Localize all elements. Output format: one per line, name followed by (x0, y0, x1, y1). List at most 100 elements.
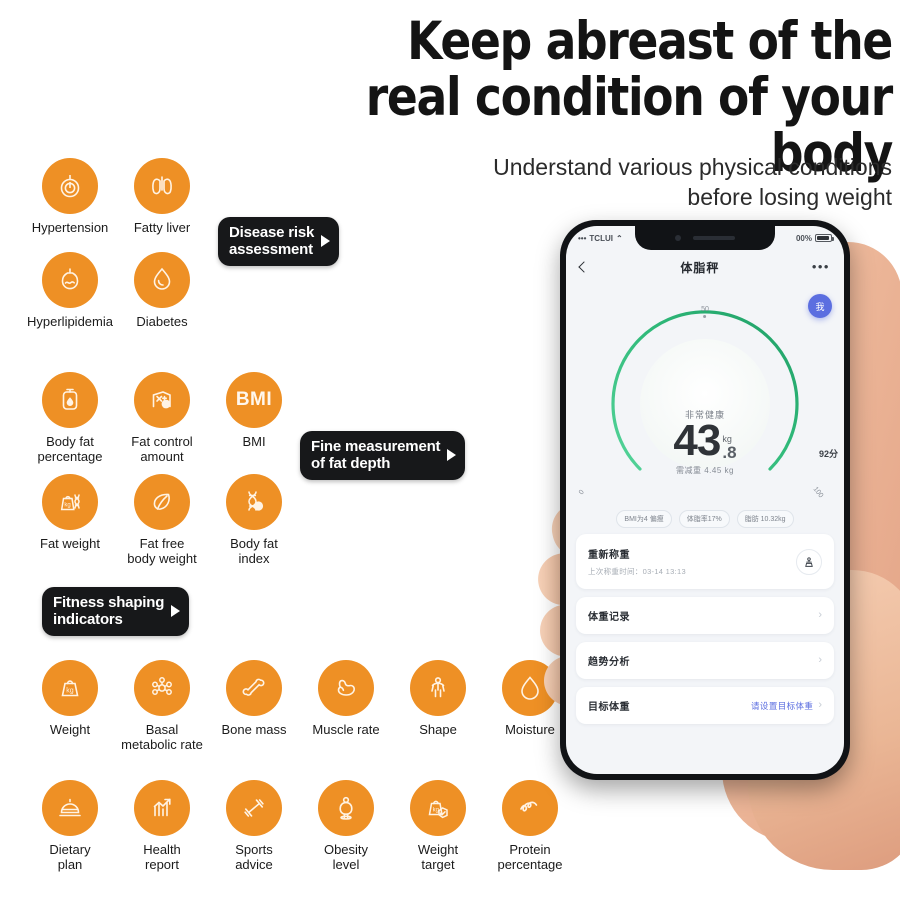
svg-text:kg: kg (64, 502, 70, 508)
card-trend-analysis[interactable]: 趋势分析 › (576, 642, 834, 679)
arrow-right-icon (447, 449, 457, 461)
feature-bone-mass[interactable]: Bone mass (204, 660, 304, 737)
action-card-list: 重新称重 上次称重时间：03-14 13:13 体重记录 › 趋势分析 › 目标… (576, 534, 834, 724)
battery-icon (815, 234, 834, 242)
feature-hypertension[interactable]: Hypertension (20, 158, 120, 235)
status-bar-left: ••• TCLUI ⌃ (578, 234, 623, 243)
phone-notch (635, 226, 775, 250)
molecule-icon (134, 660, 190, 716)
fat-control-icon (134, 372, 190, 428)
app-title: 体脂秤 (680, 260, 720, 275)
chevron-right-icon: › (818, 609, 822, 621)
feature-label: Fat weight (40, 536, 100, 551)
weight-decimal: .8 (722, 443, 737, 462)
bone-icon (226, 660, 282, 716)
kg-bag-check-icon: kg (410, 780, 466, 836)
card-title: 目标体重 (588, 702, 630, 713)
kg-weight-icon: kg (42, 660, 98, 716)
feature-weight-target[interactable]: kg Weight target (388, 780, 488, 872)
svg-text:kg: kg (66, 688, 74, 695)
card-weight-records[interactable]: 体重记录 › (576, 597, 834, 634)
lungs-icon (134, 158, 190, 214)
arrow-right-icon (321, 235, 331, 247)
blood-drop-icon (134, 252, 190, 308)
kg-bag-dna-icon: kg (42, 474, 98, 530)
card-title: 趋势分析 (588, 657, 630, 668)
scale-icon[interactable] (796, 548, 822, 575)
card-text: 重新称重 上次称重时间：03-14 13:13 (588, 546, 686, 577)
feature-fat-control-amount[interactable]: Fat control amount (112, 372, 212, 464)
tag-label: Fitness shaping indicators (53, 594, 165, 628)
feature-label: Obesity level (323, 842, 369, 872)
avatar[interactable]: 我 (808, 294, 832, 318)
feature-label: Diabetes (136, 314, 188, 329)
leaf-icon (134, 474, 190, 530)
feature-fatty-liver[interactable]: Fatty liver (112, 158, 212, 235)
feature-label: Bone mass (221, 722, 287, 737)
tag-disease-risk-assessment[interactable]: Disease risk assessment (218, 217, 340, 266)
more-dots-icon[interactable]: ••• (812, 260, 830, 273)
feature-label: Health report (143, 842, 181, 872)
feature-label: Muscle rate (312, 722, 380, 737)
bmi-text-icon: BMI (226, 372, 282, 428)
gauge-tick-top: 50 (701, 306, 709, 318)
gauge-tick-left: 0 (577, 488, 586, 497)
tag-fine-measurement-of-fat-depth[interactable]: Fine measurement of fat depth (300, 431, 466, 480)
feature-hyperlipidemia[interactable]: Hyperlipidemia (20, 252, 120, 329)
chip-bmi[interactable]: BMI为4 偏瘦 (616, 510, 672, 528)
feature-basal-metabolic-rate[interactable]: Basal metabolic rate (112, 660, 212, 752)
feature-label: Basal metabolic rate (121, 722, 203, 752)
feature-bmi[interactable]: BMI BMI (204, 372, 304, 449)
earpiece-speaker-icon (693, 236, 735, 240)
flask-icon (42, 252, 98, 308)
app-nav-bar: 体脂秤 ••• (566, 252, 844, 282)
smartphone: ••• TCLUI ⌃ 00% 体脂秤 ••• 我 50 0 100 92分 非… (560, 220, 850, 780)
chip-body-fat-rate[interactable]: 体脂率17% (678, 510, 730, 528)
back-chevron-icon[interactable] (578, 261, 590, 273)
weight-unit-stack: kg .8 (722, 435, 736, 463)
feature-weight[interactable]: kg Weight (20, 660, 120, 737)
feature-body-fat-percentage[interactable]: Body fat percentage (20, 372, 120, 464)
blood-pressure-icon (42, 158, 98, 214)
bar-chart-arrow-icon (134, 780, 190, 836)
set-target-weight-link[interactable]: 请设置目标体重 (751, 700, 813, 712)
card-title: 体重记录 (588, 612, 630, 623)
chevron-right-icon: › (818, 699, 822, 711)
tag-label: Fine measurement of fat depth (311, 438, 441, 472)
feature-label: Shape (419, 722, 457, 737)
feature-muscle-rate[interactable]: Muscle rate (296, 660, 396, 737)
feature-label: Weight (49, 722, 91, 737)
status-bar-right: 00% (796, 234, 834, 243)
tag-label: Disease risk assessment (229, 224, 315, 258)
wifi-icon: ⌃ (615, 233, 623, 243)
weight-to-lose-label: 需减重 4.45 kg (676, 466, 734, 475)
feature-label: Body fat index (230, 536, 278, 566)
arrow-right-icon (171, 605, 181, 617)
weight-value: 43 kg .8 (645, 419, 765, 463)
front-camera-icon (675, 235, 681, 241)
feature-label: Fat free body weight (127, 536, 197, 566)
feature-fat-free-body-weight[interactable]: Fat free body weight (112, 474, 212, 566)
feature-diabetes[interactable]: Diabetes (112, 252, 212, 329)
carrier-label: TCLUI (589, 233, 613, 243)
feature-sports-advice[interactable]: Sports advice (204, 780, 304, 872)
feature-label: Hypertension (31, 220, 109, 235)
card-subtitle: 上次称重时间：03-14 13:13 (588, 567, 686, 576)
phone-screen: ••• TCLUI ⌃ 00% 体脂秤 ••• 我 50 0 100 92分 非… (566, 226, 844, 774)
feature-label: Weight target (417, 842, 459, 872)
phone-in-hand-photo: ••• TCLUI ⌃ 00% 体脂秤 ••• 我 50 0 100 92分 非… (500, 180, 900, 900)
health-score: 92分 (818, 449, 838, 459)
feature-obesity-level[interactable]: Obesity level (296, 780, 396, 872)
weight-gauge: 50 0 100 92分 非常健康 43 kg .8 需减重 4.45 kg (566, 304, 844, 504)
chip-fat-mass[interactable]: 脂肪 10.32kg (736, 510, 794, 528)
feature-health-report[interactable]: Health report (112, 780, 212, 872)
feature-dietary-plan[interactable]: Dietary plan (20, 780, 120, 872)
feature-body-fat-index[interactable]: Body fat index (204, 474, 304, 566)
card-target-weight[interactable]: 目标体重 请设置目标体重 › (576, 687, 834, 724)
card-reweigh[interactable]: 重新称重 上次称重时间：03-14 13:13 (576, 534, 834, 589)
dna-icon (226, 474, 282, 530)
feature-label: Sports advice (235, 842, 273, 872)
tag-fitness-shaping-indicators[interactable]: Fitness shaping indicators (42, 587, 190, 636)
feature-fat-weight[interactable]: kg Fat weight (20, 474, 120, 551)
feature-shape[interactable]: Shape (388, 660, 488, 737)
